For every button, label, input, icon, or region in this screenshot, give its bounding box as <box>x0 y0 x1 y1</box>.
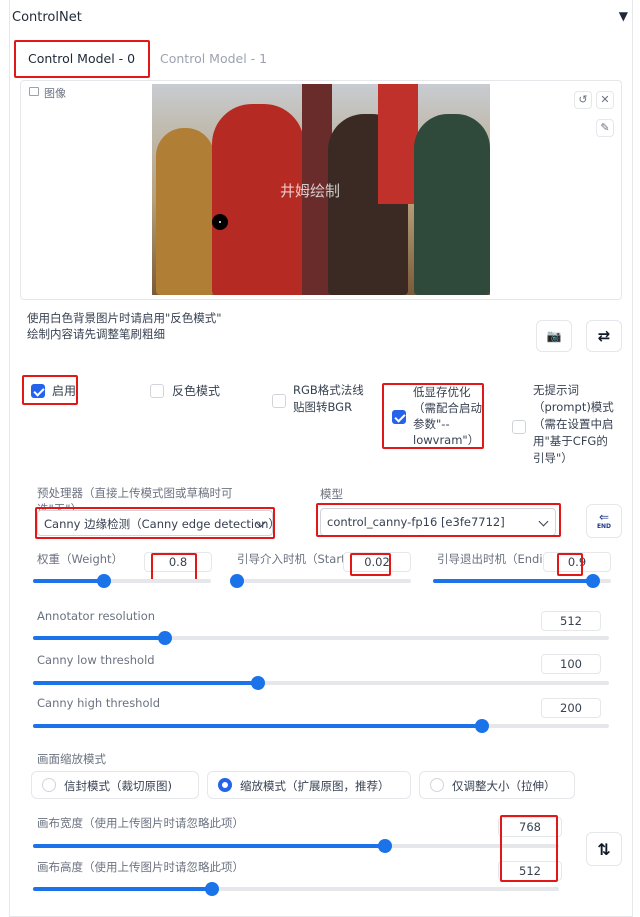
canvas-height-slider[interactable] <box>33 882 559 896</box>
camera-icon: 📷 <box>546 329 562 343</box>
guidance-start-slider-handle[interactable] <box>229 574 244 588</box>
guidance-start-label: 引导介入时机（Starting Control Step） <box>237 552 343 566</box>
canny-low-input[interactable]: 100 <box>541 654 601 674</box>
highlight-box <box>557 553 583 576</box>
brush-cursor <box>212 214 228 230</box>
checkbox-invert[interactable]: 反色模式 <box>150 382 250 402</box>
rgb-bgr-label: RGB格式法线贴图转BGR <box>293 383 364 414</box>
highlight-box <box>382 383 484 449</box>
image-figure <box>414 114 490 295</box>
canny-high-input[interactable]: 200 <box>541 698 601 718</box>
canvas-width-slider[interactable] <box>33 839 559 853</box>
canny-low-slider-fill <box>33 681 258 685</box>
swap-vertical-icon: ⇅ <box>597 839 611 859</box>
accordion-header[interactable]: ControlNet ▼ <box>10 8 630 28</box>
guidance-end-slider[interactable] <box>433 574 611 588</box>
accordion-title: ControlNet <box>12 10 82 25</box>
swap-button[interactable]: ⇄ <box>586 320 622 352</box>
weight-slider[interactable] <box>33 574 211 588</box>
camera-button[interactable]: 📷 <box>536 320 572 352</box>
highlight-box <box>350 553 391 576</box>
highlight-box <box>22 375 78 405</box>
canvas-height-slider-fill <box>33 887 212 891</box>
resize-mode-option-0[interactable]: 信封模式（裁切原图) <box>31 771 199 799</box>
invert-label: 反色模式 <box>172 384 221 398</box>
checkbox-rgb-bgr[interactable]: RGB格式法线贴图转BGR <box>272 382 372 422</box>
swap-dimensions-button[interactable]: ⇅ <box>586 832 622 866</box>
tab-control-model-1[interactable]: Control Model - 1 <box>160 51 267 66</box>
guidance-start-slider[interactable] <box>229 574 411 588</box>
hint-line-1: 使用白色背景图片时请启用"反色模式" <box>27 311 222 325</box>
refresh-models-button[interactable]: ⇐ END <box>586 504 622 538</box>
close-icon[interactable]: ✕ <box>596 91 614 109</box>
guess-mode-label: 无提示词（prompt)模式（需在设置中启用"基于CFG的引导"） <box>533 383 614 465</box>
checkbox-guess-mode[interactable]: 无提示词（prompt)模式（需在设置中启用"基于CFG的引导"） <box>512 382 622 472</box>
back-arrow-icon: ⇐ <box>598 510 610 524</box>
reset-icon[interactable]: ↺ <box>574 91 592 109</box>
canny-low-label: Canny low threshold <box>37 653 155 667</box>
annotator-resolution-input[interactable]: 512 <box>541 611 601 631</box>
guess-mode-checkbox[interactable] <box>512 420 526 434</box>
radio-dot[interactable] <box>430 778 444 792</box>
canny-low-slider-handle[interactable] <box>250 676 265 690</box>
resize-mode-option-label: 缩放模式（扩展原图，推荐） <box>240 779 390 793</box>
hint-text: 使用白色背景图片时请启用"反色模式" 绘制内容请先调整笔刷粗细 <box>27 310 222 342</box>
resize-mode-option-label: 仅调整大小（拉伸） <box>452 779 556 793</box>
annotator-resolution-label: Annotator resolution <box>37 609 156 623</box>
resize-mode-option-1[interactable]: 缩放模式（扩展原图，推荐） <box>207 771 411 799</box>
canny-high-slider[interactable] <box>33 719 609 733</box>
highlight-box <box>316 503 561 537</box>
annotator-resolution-slider-fill <box>33 636 166 640</box>
canvas-width-slider-fill <box>33 844 386 848</box>
model-label: 模型 <box>320 487 343 501</box>
resize-mode-option-2[interactable]: 仅调整大小（拉伸） <box>419 771 575 799</box>
canny-high-slider-fill <box>33 724 483 728</box>
guidance-end-label: 引导退出时机（Ending Control Step） <box>437 552 543 566</box>
image-label: 图像 <box>44 87 66 100</box>
invert-checkbox[interactable] <box>150 384 164 398</box>
swap-icon: ⇄ <box>597 327 611 345</box>
uploaded-image[interactable]: 井姆绘制 <box>152 84 490 295</box>
annotator-resolution-slider[interactable] <box>33 631 609 645</box>
highlight-box <box>500 815 558 882</box>
collapse-icon[interactable]: ▼ <box>619 9 628 23</box>
guidance-end-slider-fill <box>433 579 594 583</box>
weight-slider-fill <box>33 579 105 583</box>
image-icon <box>29 87 39 96</box>
resize-mode-label: 画面缩放模式 <box>37 752 106 766</box>
image-watermark: 井姆绘制 <box>280 182 341 200</box>
canvas-height-label: 画布高度（使用上传图片时请忽略此项） <box>37 860 244 874</box>
radio-dot[interactable] <box>42 778 56 792</box>
resize-mode-option-label: 信封模式（裁切原图) <box>64 779 172 793</box>
hint-line-2: 绘制内容请先调整笔刷粗细 <box>27 327 165 341</box>
canvas-height-slider-handle[interactable] <box>204 882 219 896</box>
radio-dot[interactable] <box>218 778 232 792</box>
rgb-bgr-checkbox[interactable] <box>272 394 286 408</box>
image-figure <box>378 84 418 204</box>
canvas-width-label: 画布宽度（使用上传图片时请忽略此项） <box>37 816 244 830</box>
brush-icon[interactable]: ✎ <box>596 119 614 137</box>
highlight-box <box>35 507 275 539</box>
highlight-box <box>14 40 150 78</box>
image-figure <box>156 128 214 295</box>
weight-label: 权重（Weight） <box>37 552 124 566</box>
canny-low-slider[interactable] <box>33 676 609 690</box>
canny-high-label: Canny high threshold <box>37 696 161 710</box>
end-icon: END <box>596 523 612 530</box>
